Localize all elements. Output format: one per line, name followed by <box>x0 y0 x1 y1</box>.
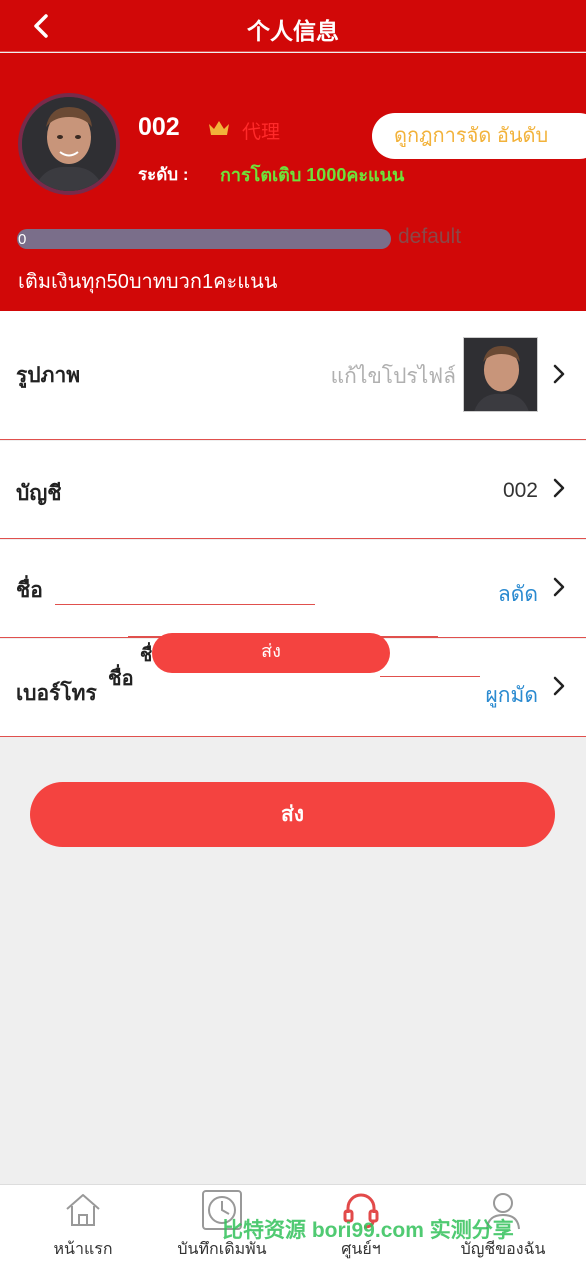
phone-label: เบอร์โทร <box>16 682 97 705</box>
deposit-note: เติมเงินทุก50บาทบวก1คะแนน <box>18 271 278 293</box>
overlay-submit-button[interactable]: ส่ง <box>152 633 390 673</box>
level-progress-bar <box>17 229 391 249</box>
edit-profile-hint: แก้ไขโปรไฟล์ <box>330 365 456 388</box>
tab-home[interactable]: หน้าแรก <box>10 1185 156 1266</box>
progress-value: 0 <box>18 231 27 248</box>
row-name[interactable]: ชื่อ ลดัด <box>0 540 586 638</box>
overlay-name-label-2: ชื่อ <box>108 668 134 690</box>
account-label: บัญชี <box>16 482 62 505</box>
progress-tag: default <box>398 225 462 248</box>
overlay-underline-2 <box>380 676 480 677</box>
user-id: 002 <box>138 113 180 141</box>
avatar[interactable] <box>18 93 120 195</box>
home-icon <box>66 1194 100 1226</box>
ranking-rules-button[interactable]: ดูกฎการจัด อันดับ <box>372 113 586 159</box>
avatar-image <box>22 97 116 191</box>
crown-icon <box>209 121 229 135</box>
level-label: ระดับ : <box>138 165 189 184</box>
row-account[interactable]: บัญชี 002 <box>0 441 586 539</box>
top-bar: 个人信息 <box>0 0 586 52</box>
profile-header: 002 代理 ดูกฎการจัด อันดับ ระดับ : การโตเต… <box>0 53 586 311</box>
agent-label: 代理 <box>242 122 281 143</box>
level-value: การโตเติบ 1000คะแนน <box>220 165 405 185</box>
account-value: 002 <box>502 479 538 502</box>
photo-label: รูปภาพ <box>16 364 81 387</box>
watermark: 比特资源 bori99.com 实测分享 <box>222 1219 514 1242</box>
profile-thumbnail <box>463 337 538 412</box>
tab-label: หน้าแรก <box>53 1241 113 1258</box>
row-photo[interactable]: รูปภาพ แก้ไขโปรไฟล์ <box>0 311 586 440</box>
chevron-right-icon <box>553 577 565 597</box>
name-input-underline <box>55 604 315 605</box>
submit-button[interactable]: ส่ง <box>30 782 555 847</box>
page-title: 个人信息 <box>247 18 339 44</box>
chevron-right-icon <box>553 676 565 696</box>
chevron-right-icon <box>553 364 565 384</box>
name-value: ลดัด <box>497 583 538 606</box>
name-label: ชื่อ <box>16 579 43 602</box>
phone-value: ผูกมัด <box>485 684 539 707</box>
chevron-right-icon <box>553 478 565 498</box>
